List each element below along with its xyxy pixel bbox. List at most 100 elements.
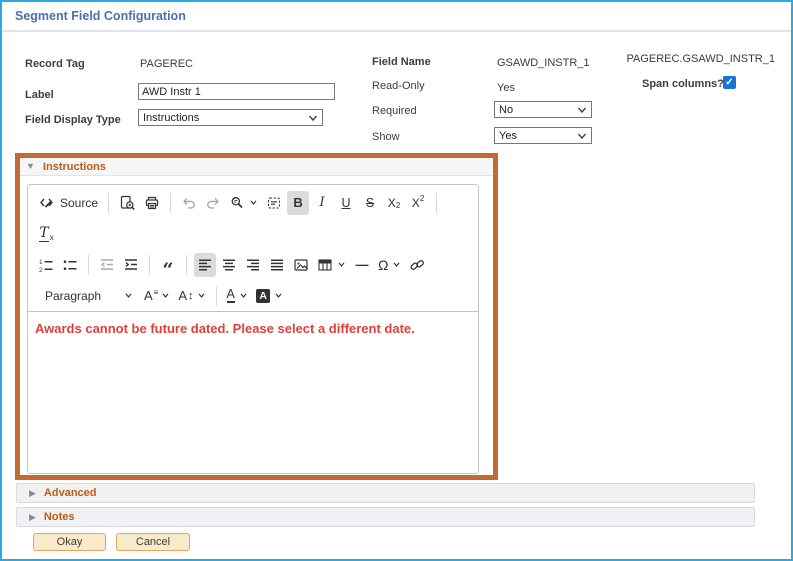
toolbar-separator	[186, 254, 187, 275]
table-button[interactable]	[314, 253, 349, 277]
toolbar-separator	[88, 254, 89, 275]
triangle-right-icon: ▶	[29, 511, 36, 522]
chevron-down-icon	[250, 200, 257, 205]
indent-icon	[123, 257, 139, 273]
triangle-right-icon: ▶	[29, 487, 36, 498]
chevron-down-icon	[577, 133, 587, 139]
remove-format-icon: Tx	[39, 225, 54, 242]
source-label: Source	[60, 195, 99, 210]
table-icon	[317, 257, 333, 273]
span-columns-checkbox[interactable]: ✓	[723, 76, 736, 89]
editor-content-area[interactable]: Awards cannot be future dated. Please se…	[28, 312, 478, 473]
section-header-advanced[interactable]: ▶ Advanced	[16, 483, 755, 503]
section-label-notes: Notes	[43, 511, 75, 523]
font-background-color-button[interactable]: A	[253, 284, 287, 308]
toolbar-row: Tx	[34, 218, 472, 249]
image-icon	[293, 257, 309, 273]
outdent-button[interactable]	[96, 253, 118, 277]
redo-icon	[205, 195, 221, 211]
numbered-list-button[interactable]: 12	[35, 253, 57, 277]
preview-button[interactable]	[116, 191, 139, 215]
undo-button[interactable]	[178, 191, 200, 215]
numbered-list-icon: 12	[38, 257, 54, 273]
field-name-label: Field Name	[372, 56, 431, 68]
image-button[interactable]	[290, 253, 312, 277]
paragraph-dropdown[interactable]: Paragraph	[35, 284, 139, 308]
horizontal-line-button[interactable]: —	[351, 253, 373, 277]
strikethrough-button[interactable]: S	[359, 191, 381, 215]
label-label: Label	[25, 89, 54, 101]
strikethrough-icon: S	[365, 195, 375, 210]
print-icon	[144, 195, 160, 211]
font-size-button[interactable]: A ↕	[175, 284, 208, 308]
bulleted-list-button[interactable]	[59, 253, 81, 277]
triangle-down-icon: ▼	[26, 161, 35, 171]
toolbar-separator	[215, 285, 217, 306]
chevron-down-icon	[308, 115, 318, 121]
read-only-value: Yes	[497, 82, 515, 94]
special-characters-icon: Ω	[378, 256, 389, 273]
bold-button[interactable]: B	[287, 190, 310, 215]
required-selected-value: No	[499, 103, 514, 116]
underline-button[interactable]: U	[335, 191, 357, 215]
required-label: Required	[372, 105, 417, 117]
editor-toolbar: Source B I U S X 2 X 2 Tx 1 2 “ — Ω Paragraph A ≡ A ↕ A A	[28, 185, 478, 312]
link-button[interactable]	[406, 253, 429, 277]
show-select[interactable]: Yes	[494, 127, 592, 144]
align-justify-button[interactable]	[266, 253, 288, 277]
section-label-instructions: Instructions	[42, 160, 106, 173]
section-header-instructions[interactable]: ▼ Instructions	[20, 158, 493, 176]
superscript-button[interactable]: X2	[407, 191, 429, 215]
align-center-button[interactable]	[218, 253, 240, 277]
font-family-button[interactable]: A ≡	[141, 284, 173, 308]
source-button[interactable]: Source	[35, 191, 101, 215]
remove-format-button[interactable]: Tx	[35, 222, 57, 246]
rich-text-editor: Source B I U S X 2 X 2 Tx 1 2 “ — Ω Paragraph A ≡ A ↕ A A Awa…	[27, 184, 479, 474]
show-selected-value: Yes	[499, 129, 517, 142]
subscript-button[interactable]: X2	[383, 191, 405, 215]
align-left-button[interactable]	[194, 252, 216, 277]
chevron-down-icon	[198, 293, 204, 298]
link-icon	[409, 257, 426, 273]
print-button[interactable]	[141, 191, 163, 215]
toolbar-separator	[108, 192, 110, 213]
toolbar-separator	[436, 192, 438, 213]
select-all-button[interactable]	[263, 191, 285, 215]
outdent-icon	[99, 257, 115, 273]
bulleted-list-icon	[62, 257, 78, 273]
chevron-down-icon	[577, 107, 587, 113]
toolbar-row: Source B I U S X 2 X 2	[34, 187, 472, 218]
indent-button[interactable]	[120, 253, 142, 277]
block-quote-button[interactable]: “	[157, 253, 179, 281]
superscript-icon: X2	[411, 194, 425, 210]
block-quote-icon: “	[162, 258, 174, 281]
redo-button[interactable]	[202, 191, 224, 215]
field-display-type-select[interactable]: Instructions	[138, 109, 323, 126]
chevron-down-icon	[393, 262, 400, 267]
align-right-button[interactable]	[242, 253, 264, 277]
okay-button[interactable]: Okay	[33, 533, 106, 551]
toolbar-separator	[170, 192, 172, 213]
underline-icon: U	[341, 195, 351, 210]
italic-button[interactable]: I	[311, 191, 333, 215]
required-select[interactable]: No	[494, 101, 592, 118]
italic-icon: I	[319, 195, 325, 210]
highlight-annotation: ▼ Instructions Source B I U S X 2 X 2 Tx 1 2 “ — Ω Para…	[15, 153, 498, 480]
field-name-value: GSAWD_INSTR_1	[497, 57, 590, 69]
find-replace-button[interactable]	[226, 191, 261, 215]
section-label-advanced: Advanced	[43, 487, 97, 499]
title-bar: Segment Field Configuration	[2, 2, 791, 32]
font-family-icon: A ≡	[144, 288, 159, 303]
label-input[interactable]	[138, 83, 335, 100]
show-label: Show	[372, 131, 400, 143]
section-header-notes[interactable]: ▶ Notes	[16, 507, 755, 527]
checkmark-icon: ✓	[725, 77, 734, 88]
font-size-icon: A ↕	[178, 288, 194, 303]
toolbar-row: 1 2 “ — Ω	[34, 249, 472, 280]
span-columns-label: Span columns?:	[642, 78, 728, 90]
font-color-button[interactable]: A	[224, 284, 251, 308]
align-left-icon	[197, 257, 213, 273]
font-color-icon: A	[226, 287, 235, 303]
special-characters-button[interactable]: Ω	[375, 253, 404, 277]
cancel-button[interactable]: Cancel	[116, 533, 190, 551]
